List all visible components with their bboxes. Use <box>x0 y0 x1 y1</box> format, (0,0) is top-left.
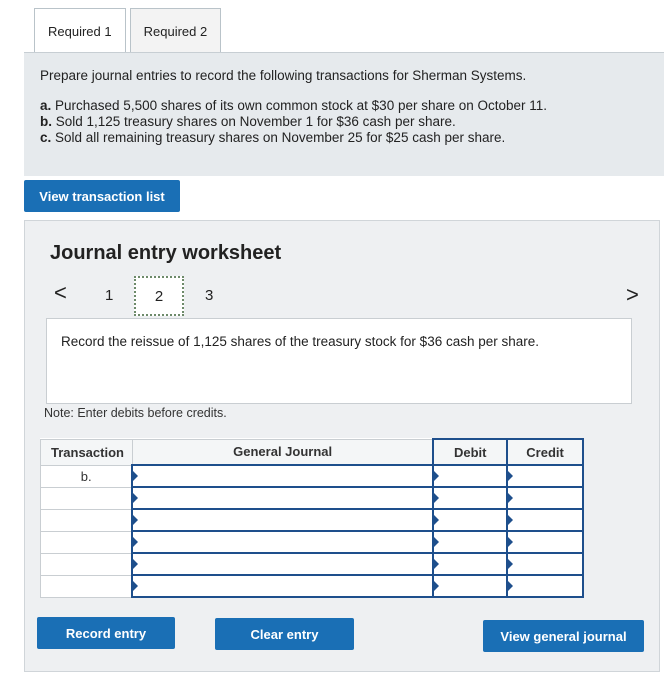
row-marker-icon <box>434 471 440 481</box>
row-marker-icon <box>508 493 514 503</box>
note-text: Note: Enter debits before credits. <box>44 406 227 420</box>
row-marker-icon <box>133 537 139 547</box>
general-journal-input[interactable] <box>131 486 435 510</box>
table-row <box>40 552 584 576</box>
item-letter: a. <box>40 98 52 113</box>
clear-entry-button[interactable]: Clear entry <box>215 618 354 650</box>
credit-input[interactable] <box>506 574 584 598</box>
table-row <box>40 530 584 554</box>
table-row <box>40 508 584 532</box>
header-general-journal: General Journal <box>131 438 434 466</box>
question-item-c: c. Sold all remaining treasury shares on… <box>40 130 648 146</box>
worksheet-title: Journal entry worksheet <box>50 242 282 264</box>
row-marker-icon <box>133 559 139 569</box>
view-general-journal-button[interactable]: View general journal <box>483 620 644 652</box>
row-marker-icon <box>434 515 440 525</box>
tab-required-2[interactable]: Required 2 <box>129 8 222 53</box>
debit-input[interactable] <box>432 552 509 576</box>
item-letter: c. <box>40 130 52 145</box>
instruction-text: Record the reissue of 1,125 shares of th… <box>61 334 540 349</box>
debit-input[interactable] <box>432 464 509 488</box>
credit-input[interactable] <box>506 552 584 576</box>
question-item-a: a. Purchased 5,500 shares of its own com… <box>40 98 648 114</box>
row-marker-icon <box>133 515 139 525</box>
transaction-cell <box>40 486 133 510</box>
row-marker-icon <box>508 537 514 547</box>
table-header-row: Transaction General Journal Debit Credit <box>40 438 584 466</box>
question-intro: Prepare journal entries to record the fo… <box>40 68 527 83</box>
instruction-box: Record the reissue of 1,125 shares of th… <box>46 318 632 404</box>
header-transaction: Transaction <box>40 438 133 466</box>
debit-input[interactable] <box>432 486 509 510</box>
header-credit: Credit <box>506 438 584 466</box>
general-journal-input[interactable] <box>131 508 435 532</box>
debit-input[interactable] <box>432 530 509 554</box>
row-marker-icon <box>508 581 514 591</box>
page-3[interactable]: 3 <box>205 287 213 304</box>
row-marker-icon <box>508 471 514 481</box>
item-letter: b. <box>40 114 52 129</box>
item-text: Sold all remaining treasury shares on No… <box>51 130 506 145</box>
record-entry-button[interactable]: Record entry <box>37 617 175 649</box>
row-marker-icon <box>133 471 139 481</box>
debit-input[interactable] <box>432 574 509 598</box>
transaction-cell <box>40 574 133 598</box>
table-row <box>40 486 584 510</box>
credit-input[interactable] <box>506 530 584 554</box>
general-journal-input[interactable] <box>131 464 435 488</box>
row-marker-icon <box>133 581 139 591</box>
transaction-cell: b. <box>40 464 133 488</box>
question-item-b: b. Sold 1,125 treasury shares on Novembe… <box>40 114 648 130</box>
general-journal-input[interactable] <box>131 574 435 598</box>
page-2-current[interactable]: 2 <box>134 276 184 316</box>
debit-input[interactable] <box>432 508 509 532</box>
item-text: Purchased 5,500 shares of its own common… <box>51 98 548 113</box>
page-1[interactable]: 1 <box>105 287 113 304</box>
row-marker-icon <box>133 493 139 503</box>
row-marker-icon <box>508 515 514 525</box>
next-arrow-icon[interactable]: > <box>626 284 639 306</box>
view-transaction-list-button[interactable]: View transaction list <box>24 180 180 212</box>
row-marker-icon <box>434 537 440 547</box>
row-marker-icon <box>508 559 514 569</box>
header-debit: Debit <box>432 438 509 466</box>
row-marker-icon <box>434 559 440 569</box>
transaction-cell <box>40 508 133 532</box>
item-text: Sold 1,125 treasury shares on November 1… <box>52 114 456 129</box>
journal-table: Transaction General Journal Debit Credit… <box>40 438 584 598</box>
row-marker-icon <box>434 493 440 503</box>
general-journal-input[interactable] <box>131 552 435 576</box>
prev-arrow-icon[interactable]: < <box>54 282 67 304</box>
tab-required-1[interactable]: Required 1 <box>34 8 126 53</box>
row-marker-icon <box>434 581 440 591</box>
credit-input[interactable] <box>506 464 584 488</box>
table-row <box>40 574 584 598</box>
credit-input[interactable] <box>506 508 584 532</box>
question-panel: Prepare journal entries to record the fo… <box>24 52 664 176</box>
table-row: b. <box>40 464 584 488</box>
tab-bar: Required 1 Required 2 <box>34 8 222 53</box>
transaction-cell <box>40 552 133 576</box>
credit-input[interactable] <box>506 486 584 510</box>
transaction-cell <box>40 530 133 554</box>
general-journal-input[interactable] <box>131 530 435 554</box>
